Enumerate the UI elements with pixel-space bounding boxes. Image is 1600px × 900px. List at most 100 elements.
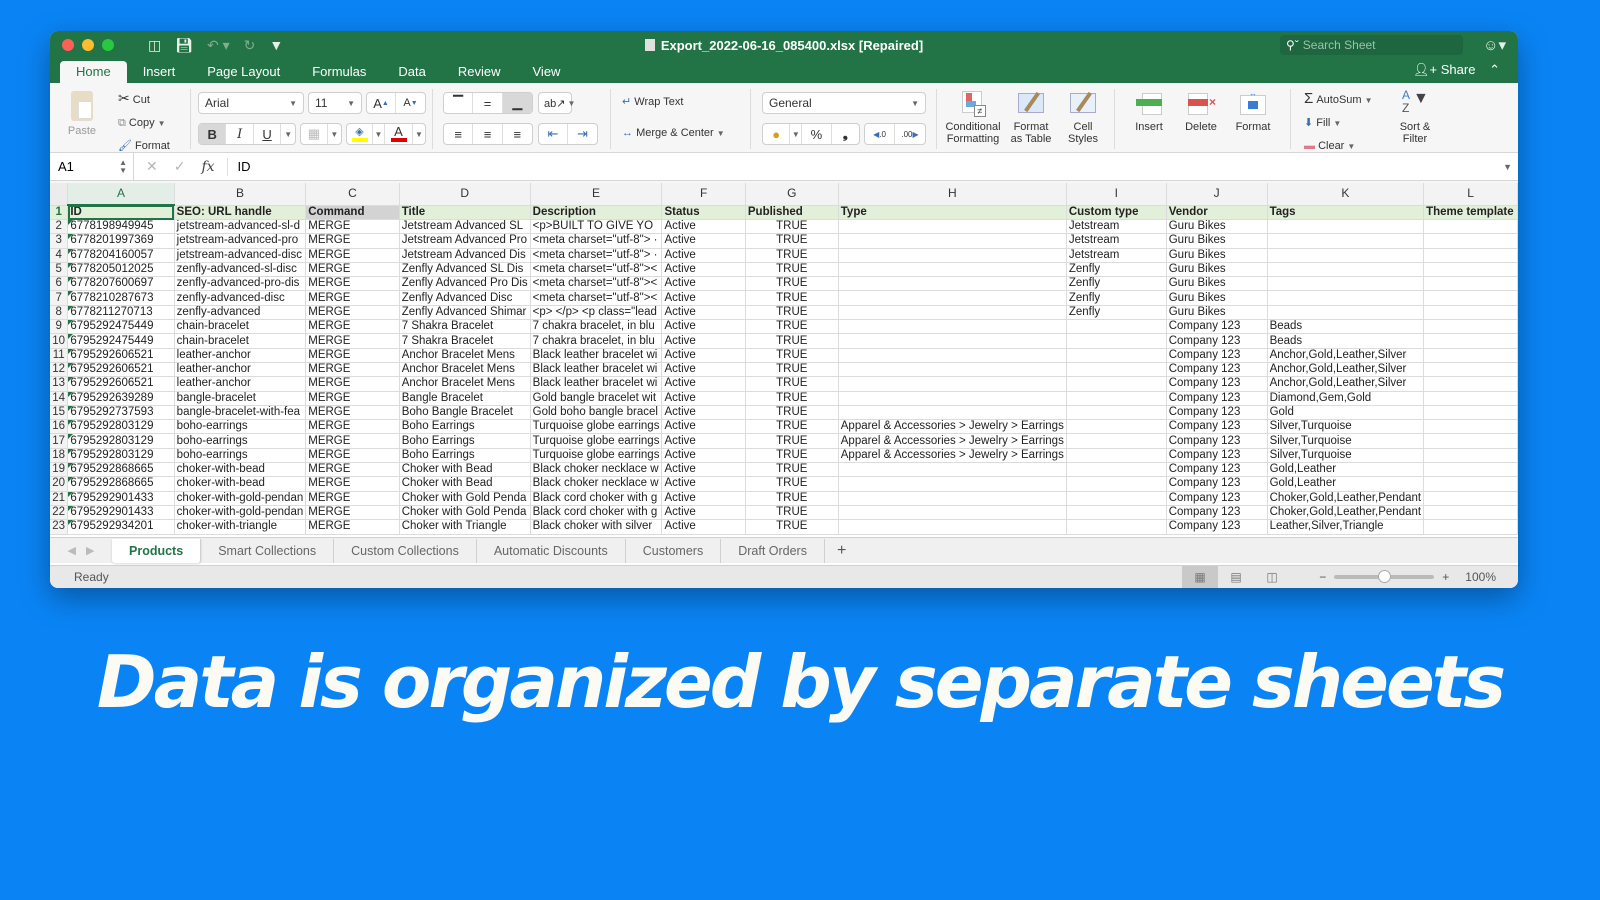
cell[interactable]: Active	[661, 376, 746, 392]
cell[interactable]: 6795292737593	[67, 405, 175, 421]
cell[interactable]: TRUE	[745, 348, 839, 363]
cell[interactable]: 7 Shakra Bracelet	[399, 333, 531, 349]
cancel-icon[interactable]: ✕	[146, 158, 158, 175]
cell[interactable]	[1066, 391, 1167, 406]
bold-button[interactable]: B	[199, 124, 227, 144]
align-top-button[interactable]: ▔	[444, 93, 474, 113]
spreadsheet-grid[interactable]: ABCDEFGHIJKL 1 ID SEO: URL handle Command Ti…	[50, 183, 1518, 569]
cell[interactable]: Active	[661, 491, 746, 506]
cell[interactable]	[1423, 333, 1518, 349]
cell[interactable]	[1423, 491, 1518, 506]
cell[interactable]	[838, 348, 1067, 363]
cell[interactable]: Active	[661, 348, 746, 363]
cell[interactable]: bangle-bracelet-with-fea	[174, 405, 307, 421]
cell[interactable]: TRUE	[745, 405, 839, 421]
column-header[interactable]: D	[399, 183, 531, 206]
cell[interactable]: TRUE	[745, 391, 839, 406]
cell[interactable]: TRUE	[745, 519, 839, 535]
cell[interactable]: <meta charset="utf-8"> ·	[530, 248, 663, 263]
cell[interactable]: choker-with-triangle	[174, 519, 307, 535]
previous-sheet-icon[interactable]: ◀	[68, 544, 76, 557]
cell[interactable]	[1423, 362, 1518, 378]
cell[interactable]: Diamond,Gem,Gold	[1267, 391, 1425, 406]
row-number[interactable]: 5	[50, 262, 69, 278]
cell[interactable]: <p>BUILT TO GIVE YO	[530, 219, 663, 235]
cell[interactable]: TRUE	[745, 276, 839, 292]
cell[interactable]: Choker,Gold,Leather,Pendant	[1267, 505, 1425, 521]
row-number[interactable]: 2	[50, 219, 69, 235]
page-break-view-icon[interactable]: ◫	[1254, 566, 1290, 588]
cell[interactable]: TRUE	[745, 305, 839, 321]
column-header[interactable]: A	[67, 183, 175, 206]
cell[interactable]: 7 chakra bracelet, in blu	[530, 319, 663, 335]
cell[interactable]: Active	[661, 433, 746, 449]
cell[interactable]: 6778201997369	[67, 233, 175, 249]
cell[interactable]: MERGE	[305, 376, 400, 392]
insert-function-button[interactable]: fx	[201, 159, 214, 175]
cell[interactable]: Turquoise globe earrings	[530, 433, 663, 449]
cell[interactable]: 6778205012025	[67, 262, 175, 278]
cell[interactable]: Jetstream	[1066, 219, 1167, 235]
cell[interactable]: MERGE	[305, 391, 400, 406]
cell[interactable]: Choker with Gold Penda	[399, 491, 531, 506]
cell[interactable]: chain-bracelet	[174, 333, 307, 349]
cell[interactable]	[1066, 462, 1167, 478]
cell[interactable]	[1267, 248, 1425, 263]
cell[interactable]	[1066, 319, 1167, 335]
cell[interactable]: Apparel & Accessories > Jewelry > Earrin…	[838, 419, 1067, 435]
cell[interactable]: MERGE	[305, 476, 400, 492]
column-header[interactable]: B	[174, 183, 307, 206]
cell[interactable]: 6795292901433	[67, 505, 175, 521]
decrease-indent-button[interactable]: ⇤	[539, 124, 569, 144]
font-name-select[interactable]: Arial ▼	[198, 92, 304, 114]
cell[interactable]	[1066, 419, 1167, 435]
tab-insert[interactable]: Insert	[127, 61, 192, 83]
cell[interactable]: MERGE	[305, 505, 400, 521]
select-all-corner[interactable]	[50, 183, 69, 206]
cell[interactable]	[1267, 262, 1425, 278]
column-header[interactable]: K	[1267, 183, 1425, 206]
cell[interactable]: Active	[661, 505, 746, 521]
cell[interactable]: <meta charset="utf-8"><	[530, 262, 663, 278]
cell[interactable]: MERGE	[305, 433, 400, 449]
cell[interactable]	[838, 362, 1067, 378]
row-number[interactable]: 9	[50, 319, 69, 335]
cell[interactable]: zenfly-advanced-pro-dis	[174, 276, 307, 292]
cell[interactable]: <meta charset="utf-8"><	[530, 290, 663, 306]
expand-formula-bar-icon[interactable]: ▼	[1503, 162, 1512, 172]
save-icon[interactable]: 💾︎	[175, 37, 193, 54]
cell[interactable]: 6795292868665	[67, 462, 175, 478]
cell[interactable]: Zenfly Advanced Pro Dis	[399, 276, 531, 292]
cell[interactable]: Active	[661, 362, 746, 378]
customize-toolbar-icon[interactable]: ▼	[269, 37, 283, 53]
cell[interactable]: Choker with Triangle	[399, 519, 531, 535]
cell[interactable]	[1423, 505, 1518, 521]
insert-cells-button[interactable]: Insert	[1126, 89, 1172, 133]
cell[interactable]: Choker with Gold Penda	[399, 505, 531, 521]
cell[interactable]: TRUE	[745, 333, 839, 349]
formula-input[interactable]: ID	[226, 157, 251, 176]
cell[interactable]: Zenfly	[1066, 276, 1167, 292]
number-format-select[interactable]: General ▼	[762, 92, 926, 114]
cell[interactable]	[1423, 305, 1518, 321]
cell[interactable]	[838, 219, 1067, 235]
cell[interactable]	[1423, 419, 1518, 435]
cell[interactable]: MERGE	[305, 519, 400, 535]
column-header[interactable]: J	[1166, 183, 1268, 206]
cell[interactable]: MERGE	[305, 362, 400, 378]
cell[interactable]: Choker,Gold,Leather,Pendant	[1267, 491, 1425, 506]
header-cell[interactable]: Theme template	[1423, 205, 1518, 220]
cell[interactable]: Active	[661, 419, 746, 435]
collapse-ribbon-icon[interactable]: ⌃	[1489, 62, 1500, 77]
tab-view[interactable]: View	[517, 61, 577, 83]
column-header[interactable]: G	[745, 183, 839, 206]
cell[interactable]: Zenfly	[1066, 262, 1167, 278]
row-number[interactable]: 13	[50, 376, 69, 392]
header-cell[interactable]: Type	[838, 205, 1067, 220]
cell[interactable]	[838, 305, 1067, 321]
column-header[interactable]: H	[838, 183, 1067, 206]
row-number[interactable]: 23	[50, 519, 69, 535]
row-number[interactable]: 18	[50, 448, 69, 464]
cell[interactable]: Anchor Bracelet Mens	[399, 376, 531, 392]
cell[interactable]	[1423, 433, 1518, 449]
